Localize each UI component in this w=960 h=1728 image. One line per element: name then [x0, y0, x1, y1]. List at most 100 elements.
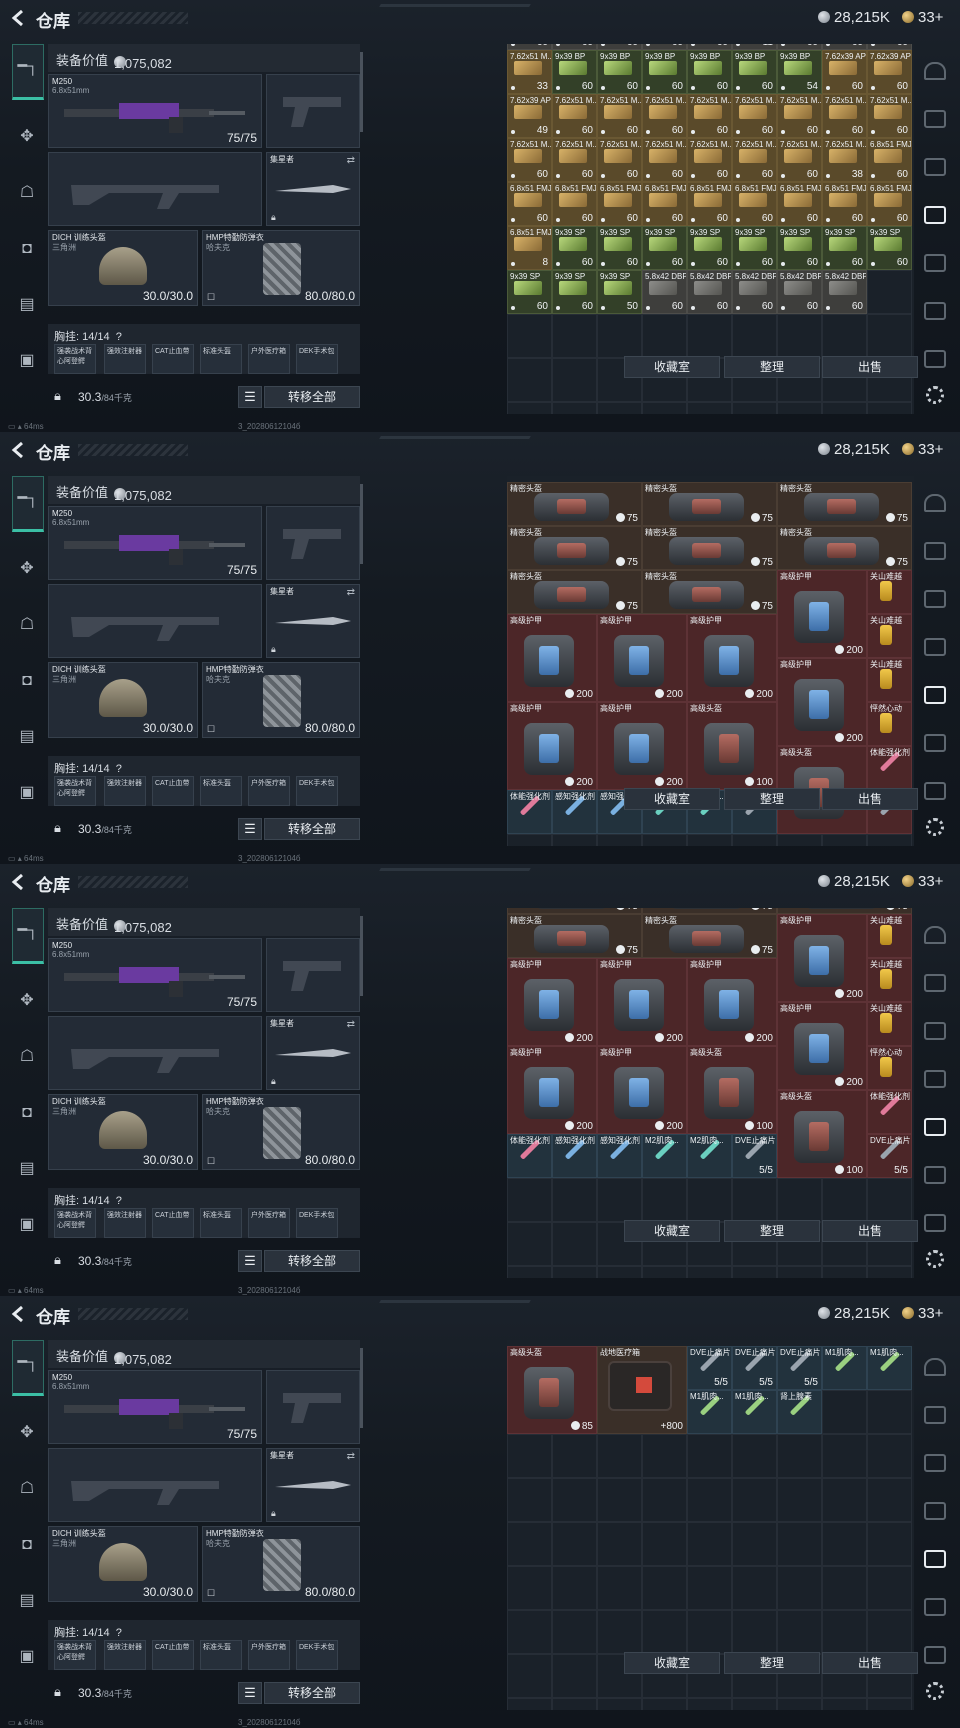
inventory-item[interactable]: 7.62x39 AP 60 [867, 50, 912, 94]
inventory-item[interactable]: 高级护甲 200 [777, 658, 867, 746]
empty-grid-cell[interactable] [507, 314, 552, 358]
empty-grid-cell[interactable] [552, 314, 597, 358]
vest-tab-icon[interactable]: ✥ [12, 986, 42, 1016]
empty-grid-cell[interactable] [642, 314, 687, 358]
storage-box-icon[interactable] [924, 254, 946, 272]
empty-grid-cell[interactable] [867, 314, 912, 358]
empty-grid-cell[interactable] [687, 1522, 732, 1566]
empty-grid-cell[interactable] [507, 1266, 552, 1278]
sell-button[interactable]: 出售 [822, 1220, 918, 1242]
armor-slot[interactable]: HMP特勤防弹衣 哈夫克 ☐ 80.0/80.0 [202, 662, 360, 738]
chest-slot[interactable]: 标准头盔 [200, 1640, 242, 1670]
chest-slot[interactable]: DEK手术包 [296, 1208, 338, 1238]
storage-arch-icon[interactable] [924, 62, 946, 80]
inventory-item[interactable]: 6.8x51 FMJ 8 [507, 226, 552, 270]
inventory-item[interactable]: 高级护甲 200 [687, 614, 777, 702]
empty-grid-cell[interactable] [552, 1610, 597, 1654]
chest-slot[interactable]: 强袭战术背心阿登鳄 [54, 1640, 96, 1670]
inventory-item[interactable]: 9x39 SP 60 [552, 270, 597, 314]
chest-slot[interactable]: 户外医疗箱 [248, 1208, 290, 1238]
empty-grid-cell[interactable] [552, 1478, 597, 1522]
empty-grid-cell[interactable] [552, 1222, 597, 1266]
inventory-item[interactable]: 7.62x51 M... 60 [597, 138, 642, 182]
weapon-tab-icon[interactable]: ━┐ [12, 476, 44, 532]
empty-grid-cell[interactable] [867, 1178, 912, 1222]
empty-grid-cell[interactable] [777, 402, 822, 414]
inventory-item[interactable]: 怦然心动 [867, 1046, 912, 1090]
chest-slot[interactable]: DEK手术包 [296, 344, 338, 374]
inventory-item[interactable]: 关山难越 [867, 1002, 912, 1046]
empty-grid-cell[interactable] [507, 834, 552, 846]
inventory-item[interactable]: 高级护甲 200 [507, 958, 597, 1046]
empty-grid-cell[interactable] [687, 834, 732, 846]
inventory-item[interactable]: 感知强化剂 [597, 1134, 642, 1178]
primary-weapon-slot[interactable]: M250 6.8x51mm 75/75 [48, 74, 262, 148]
help-icon[interactable]: ? [116, 331, 122, 343]
storage-box-icon[interactable] [924, 638, 946, 656]
storage-box-icon[interactable] [924, 110, 946, 128]
container-tab-icon[interactable]: ▤ [12, 1154, 42, 1184]
backpack-tab-icon[interactable]: ◘ [12, 234, 42, 264]
empty-grid-cell[interactable] [597, 834, 642, 846]
empty-grid-cell[interactable] [732, 1434, 777, 1478]
equipment-scrollbar[interactable] [360, 1348, 363, 1428]
transfer-all-button[interactable]: 转移全部 [264, 818, 360, 840]
empty-grid-cell[interactable] [822, 1698, 867, 1710]
list-view-icon[interactable]: ☰ [238, 1250, 262, 1272]
back-arrow-icon[interactable] [10, 1305, 28, 1323]
inventory-item[interactable]: 9x39 BP 60 [687, 50, 732, 94]
inventory-item[interactable]: 怦然心动 [867, 702, 912, 746]
chest-slot[interactable]: CAT止血带 [152, 1208, 194, 1238]
empty-grid-cell[interactable] [822, 1266, 867, 1278]
case-tab-icon[interactable]: ▣ [12, 1210, 42, 1240]
empty-grid-cell[interactable] [507, 1178, 552, 1222]
empty-grid-cell[interactable] [867, 1434, 912, 1478]
sell-button[interactable]: 出售 [822, 356, 918, 378]
case-tab-icon[interactable]: ▣ [12, 1642, 42, 1672]
melee-slot[interactable]: 集星者 ⇄ 🔒︎ [266, 152, 360, 226]
swap-icon[interactable]: ⇄ [347, 1451, 355, 1462]
inventory-item[interactable]: 高级护甲 200 [597, 702, 687, 790]
empty-grid-cell[interactable] [597, 1698, 642, 1710]
inventory-item[interactable]: 高级护甲 200 [507, 1046, 597, 1134]
empty-grid-cell[interactable] [822, 1610, 867, 1654]
gold-currency[interactable]: 33+ [902, 1305, 943, 1322]
inventory-item[interactable]: 关山难越 [867, 958, 912, 1002]
empty-grid-cell[interactable] [507, 1566, 552, 1610]
case-tab-icon[interactable]: ▣ [12, 346, 42, 376]
storage-arch-icon[interactable] [924, 494, 946, 512]
inventory-item[interactable]: 7.62x51 M... 60 [642, 138, 687, 182]
empty-grid-cell[interactable] [777, 1698, 822, 1710]
secondary-weapon-slot[interactable] [48, 584, 262, 658]
empty-grid-cell[interactable] [597, 402, 642, 414]
settings-gear-icon[interactable] [926, 386, 944, 404]
empty-grid-cell[interactable] [687, 1434, 732, 1478]
empty-grid-cell[interactable] [552, 1566, 597, 1610]
secondary-weapon-slot[interactable] [48, 1016, 262, 1090]
inventory-item[interactable]: 精密头盔 75 [642, 570, 777, 614]
sell-button[interactable]: 出售 [822, 788, 918, 810]
inventory-item[interactable]: 精密头盔 75 [507, 914, 642, 958]
vest-tab-icon[interactable]: ✥ [12, 1418, 42, 1448]
backpack-tab-icon[interactable]: ◘ [12, 1530, 42, 1560]
inventory-item[interactable]: 9x39 SP 60 [732, 226, 777, 270]
inventory-item[interactable]: 关山难越 [867, 914, 912, 958]
pistol-slot[interactable] [266, 506, 360, 580]
empty-grid-cell[interactable] [597, 1266, 642, 1278]
favorites-button[interactable]: 收藏室 [624, 1652, 720, 1674]
inventory-item[interactable]: 9x39 SP 60 [597, 226, 642, 270]
inventory-item[interactable]: M2肌肉... [687, 1134, 732, 1178]
secondary-weapon-slot[interactable] [48, 152, 262, 226]
inventory-item[interactable]: 5.8x42 DBP10 60 [642, 270, 687, 314]
inventory-item[interactable]: DVE止痛片 5/5 [732, 1346, 777, 1390]
back-arrow-icon[interactable] [10, 441, 28, 459]
settings-gear-icon[interactable] [926, 1682, 944, 1700]
empty-grid-cell[interactable] [552, 1522, 597, 1566]
empty-grid-cell[interactable] [597, 314, 642, 358]
transfer-all-button[interactable]: 转移全部 [264, 1250, 360, 1272]
backpack-tab-icon[interactable]: ◘ [12, 1098, 42, 1128]
storage-box-icon[interactable] [924, 1502, 946, 1520]
gold-currency[interactable]: 33+ [902, 9, 943, 26]
empty-grid-cell[interactable] [507, 402, 552, 414]
storage-box-icon[interactable] [924, 302, 946, 320]
